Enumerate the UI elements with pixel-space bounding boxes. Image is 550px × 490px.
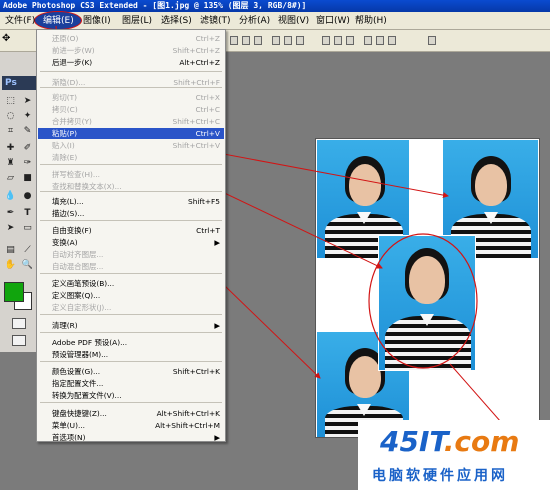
edit-menu-item-label: 自由变换(F) <box>52 226 92 235</box>
edit-menu-item: 渐隐(D)... Shift+Ctrl+F <box>38 77 224 88</box>
edit-menu-item-label: 定义自定形状(J)... <box>52 303 112 312</box>
menu-separator <box>40 361 222 362</box>
edit-menu-item-label: 首选项(N) <box>52 433 86 442</box>
edit-menu-item[interactable]: 清理(R) ▶ <box>38 320 224 331</box>
edit-menu-item: 定义自定形状(J)... <box>38 302 224 313</box>
edit-menu-item-shortcut: Shift+Ctrl+Z <box>172 46 220 55</box>
watermark-logo: 45IT.com <box>380 425 520 458</box>
menu-separator <box>40 314 222 315</box>
edit-menu-item-label: 后退一步(K) <box>52 58 93 67</box>
edit-menu-item[interactable]: 预设管理器(M)... <box>38 349 224 360</box>
edit-menu-item[interactable]: 键盘快捷键(Z)... Alt+Shift+Ctrl+K <box>38 408 224 419</box>
edit-menu-item-shortcut: ▶ <box>214 321 220 330</box>
edit-menu-item: 剪切(T) Ctrl+X <box>38 92 224 103</box>
edit-menu-item: 清除(E) <box>38 152 224 163</box>
edit-menu-item: 贴入(I) Shift+Ctrl+V <box>38 140 224 151</box>
edit-menu-item-label: 查找和替换文本(X)... <box>52 182 122 191</box>
edit-menu-item-label: 菜单(U)... <box>52 421 86 430</box>
edit-menu-item-shortcut: Shift+Ctrl+V <box>172 141 220 150</box>
edit-menu-item[interactable]: 自由变换(F) Ctrl+T <box>38 225 224 236</box>
edit-menu-item-shortcut: Alt+Shift+Ctrl+M <box>155 421 220 430</box>
edit-menu-item-shortcut: Ctrl+C <box>195 105 220 114</box>
edit-menu-item[interactable]: 首选项(N) ▶ <box>38 432 224 443</box>
edit-menu-item[interactable]: 定义画笔预设(B)... <box>38 278 224 289</box>
edit-menu-item-label: 转换为配置文件(V)... <box>52 391 122 400</box>
edit-menu-item-label: 键盘快捷键(Z)... <box>52 409 107 418</box>
edit-menu-item-label: 指定配置文件... <box>52 379 104 388</box>
edit-menu-item-label: 贴入(I) <box>52 141 75 150</box>
annotation-circle-pasted-photo <box>368 233 478 369</box>
edit-menu-item-label: 自动对齐图层... <box>52 250 104 259</box>
edit-menu-item-label: Adobe PDF 预设(A)... <box>52 338 128 347</box>
edit-menu-item: 还原(O) Ctrl+Z <box>38 33 224 44</box>
edit-menu-item[interactable]: 填充(L)... Shift+F5 <box>38 196 224 207</box>
menu-separator <box>40 220 222 221</box>
menu-separator <box>40 332 222 333</box>
edit-menu-item[interactable]: 粘贴(P) Ctrl+V <box>38 128 224 139</box>
edit-menu-item[interactable]: 定义图案(Q)... <box>38 290 224 301</box>
edit-menu-item[interactable]: 菜单(U)... Alt+Shift+Ctrl+M <box>38 420 224 431</box>
edit-menu-item-shortcut: Alt+Shift+Ctrl+K <box>156 409 220 418</box>
edit-menu-item-shortcut: Shift+Ctrl+K <box>172 367 220 376</box>
edit-menu-item-label: 颜色设置(G)... <box>52 367 101 376</box>
edit-menu-item-label: 自动混合图层... <box>52 262 104 271</box>
edit-menu-item-label: 拷贝(C) <box>52 105 78 114</box>
edit-menu-item-label: 粘贴(P) <box>52 129 78 138</box>
edit-menu-item-shortcut: Ctrl+T <box>196 226 220 235</box>
edit-menu-item[interactable]: 描边(S)... <box>38 208 224 219</box>
menu-separator <box>40 164 222 165</box>
edit-menu-item: 合并拷贝(Y) Shift+Ctrl+C <box>38 116 224 127</box>
edit-menu-item-shortcut: Shift+Ctrl+F <box>173 78 220 87</box>
edit-menu-item-label: 定义图案(Q)... <box>52 291 101 300</box>
edit-menu-item-label: 定义画笔预设(B)... <box>52 279 115 288</box>
edit-menu-item: 查找和替换文本(X)... <box>38 181 224 192</box>
edit-menu-item-label: 前进一步(W) <box>52 46 95 55</box>
edit-menu-item-shortcut: Shift+F5 <box>188 197 220 206</box>
edit-menu-item-label: 描边(S)... <box>52 209 85 218</box>
edit-menu-item-label: 填充(L)... <box>52 197 84 206</box>
edit-menu-item: 前进一步(W) Shift+Ctrl+Z <box>38 45 224 56</box>
edit-menu-item-shortcut: Ctrl+Z <box>195 34 220 43</box>
edit-dropdown-menu: 还原(O) Ctrl+Z 前进一步(W) Shift+Ctrl+Z 后退一步(K) Alt… <box>36 29 226 442</box>
edit-menu-item-label: 变换(A) <box>52 238 78 247</box>
edit-menu-item-label: 拼写检查(H)... <box>52 170 100 179</box>
edit-menu-item[interactable]: 指定配置文件... <box>38 378 224 389</box>
edit-menu-item-shortcut: ▶ <box>214 238 220 247</box>
edit-menu-item[interactable]: Adobe PDF 预设(A)... <box>38 337 224 348</box>
edit-menu-item: 拷贝(C) Ctrl+C <box>38 104 224 115</box>
edit-menu-item[interactable]: 后退一步(K) Alt+Ctrl+Z <box>38 57 224 68</box>
edit-menu-item-label: 渐隐(D)... <box>52 78 86 87</box>
edit-menu-item: 自动混合图层... <box>38 261 224 272</box>
edit-menu-item-label: 清除(E) <box>52 153 78 162</box>
edit-menu-item[interactable]: 变换(A) ▶ <box>38 237 224 248</box>
edit-menu-item-shortcut: Shift+Ctrl+C <box>172 117 221 126</box>
edit-menu-item[interactable]: 转换为配置文件(V)... <box>38 390 224 401</box>
edit-menu-item: 自动对齐图层... <box>38 249 224 260</box>
edit-menu-item-shortcut: Ctrl+V <box>195 129 220 138</box>
menu-separator <box>40 71 222 72</box>
edit-menu-item-label: 清理(R) <box>52 321 78 330</box>
edit-menu-item-label: 预设管理器(M)... <box>52 350 109 359</box>
edit-menu-item-label: 剪切(T) <box>52 93 78 102</box>
edit-menu-item-label: 还原(O) <box>52 34 79 43</box>
edit-menu-item-label: 合并拷贝(Y) <box>52 117 92 126</box>
edit-menu-item-shortcut: Ctrl+X <box>195 93 220 102</box>
menu-separator <box>40 273 222 274</box>
edit-menu-item-shortcut: Alt+Ctrl+Z <box>179 58 220 67</box>
watermark-tagline: 电脑软硬件应用网 <box>372 468 508 484</box>
edit-menu-item: 拼写检查(H)... <box>38 169 224 180</box>
edit-menu-item[interactable]: 颜色设置(G)... Shift+Ctrl+K <box>38 366 224 377</box>
menu-separator <box>40 402 222 403</box>
edit-menu-item-shortcut: ▶ <box>214 433 220 442</box>
